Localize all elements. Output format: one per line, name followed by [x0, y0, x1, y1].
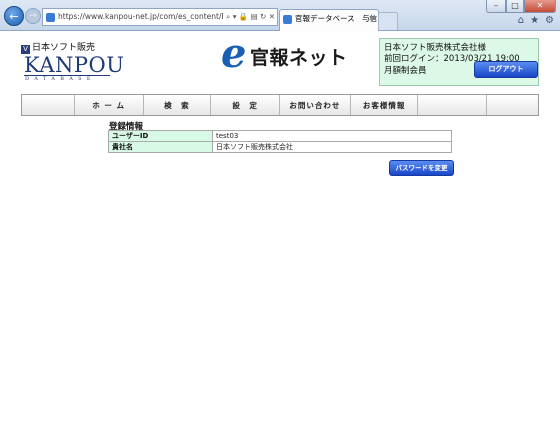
forward-button[interactable]: → [25, 8, 41, 24]
menu-item-blank-3 [487, 95, 538, 115]
close-window-button[interactable]: ✕ [524, 0, 556, 13]
menu-item-search[interactable]: 検 索 [144, 95, 212, 115]
home-icon[interactable]: ⌂ [518, 15, 524, 26]
user-info-box: 日本ソフト販売株式会社様 前回ログイン：2013/03/21 19:00 月額制… [379, 38, 539, 86]
menu-item-blank-2 [418, 95, 488, 115]
menu-item-customer-info[interactable]: お客様情報 [351, 95, 419, 115]
company-logo-small: V 日本ソフト販売 [21, 40, 95, 54]
main-menu: ホ ー ム 検 索 設 定 お問い合わせ お客様情報 [21, 94, 539, 116]
brand-title: 官報ネット [250, 47, 348, 69]
tab-close-icon[interactable]: ✕ [368, 10, 375, 28]
membership-type: 月額制会員 [384, 66, 427, 76]
registration-table: ユーザーID test03 貴社名 日本ソフト販売株式会社 [108, 130, 452, 153]
company-name-small: 日本ソフト販売 [32, 43, 96, 53]
back-button[interactable]: ← [4, 6, 24, 26]
brand-e-logo: e [221, 30, 247, 77]
logout-button[interactable]: ログアウト [474, 61, 538, 78]
window-controls: – □ ✕ [486, 0, 556, 14]
kanpou-logo[interactable]: KANPOU [24, 53, 124, 77]
forward-arrow-icon: → [29, 11, 37, 21]
menu-item-home[interactable]: ホ ー ム [75, 95, 144, 115]
site-favicon-icon [46, 12, 55, 22]
user-id-value: test03 [212, 130, 452, 142]
browser-tools: ⌂ ★ ⚙ [518, 15, 554, 26]
back-arrow-icon: ← [9, 9, 19, 23]
user-id-label: ユーザーID [108, 130, 213, 142]
new-tab-button[interactable] [378, 12, 398, 30]
company-name-value: 日本ソフト販売株式会社 [212, 141, 452, 153]
gear-icon[interactable]: ⚙ [545, 15, 554, 26]
company-name-label: 貴社名 [108, 141, 213, 153]
menu-item-contact[interactable]: お問い合わせ [280, 95, 351, 115]
table-row: 貴社名 日本ソフト販売株式会社 [108, 141, 452, 153]
table-row: ユーザーID test03 [108, 130, 452, 142]
database-logo-text: DATABASE [25, 76, 96, 82]
favorites-star-icon[interactable]: ★ [530, 15, 539, 26]
tab-title: 官報データベース 与信… [295, 14, 379, 23]
minimize-button[interactable]: – [486, 0, 506, 13]
address-controls[interactable]: ⌕ ▾ 🔒 ▤ ↻ ✕ [224, 9, 275, 25]
browser-tab-active[interactable]: 官報データベース 与信… ✕ [279, 9, 379, 31]
change-password-button[interactable]: パスワードを変更 [389, 160, 454, 176]
menu-item-settings[interactable]: 設 定 [211, 95, 280, 115]
menu-item-blank-1 [22, 95, 75, 115]
browser-toolbar: ← → https://www.kanpou-net.jp/com/es_con… [0, 0, 560, 31]
tab-favicon-icon [283, 14, 292, 24]
address-bar[interactable]: https://www.kanpou-net.jp/com/es_content… [42, 8, 278, 26]
maximize-button[interactable]: □ [506, 0, 524, 13]
